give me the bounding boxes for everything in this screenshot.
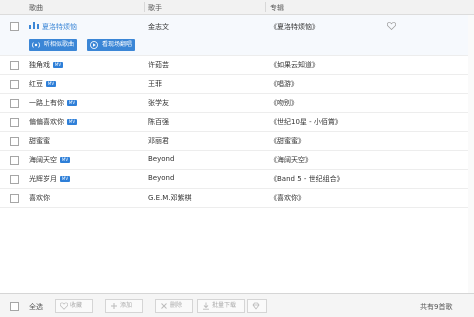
song-album[interactable]: 《唱游》 [270,79,298,89]
batch-download-button[interactable]: 批量下载 [197,299,245,313]
song-name-text: 一路上有你 [29,99,64,107]
delete-button[interactable]: 删除 [155,299,193,313]
favorite-button[interactable]: 收藏 [55,299,93,313]
song-name-text: 红豆 [29,80,43,88]
song-album[interactable]: 《Band 5 - 世纪组合》 [270,174,344,184]
table-header: 歌曲 歌手 专辑 [0,0,474,15]
row-checkbox[interactable] [10,137,19,146]
delete-label: 删除 [170,302,183,309]
listen-similar-label: 听相似歌曲 [44,41,75,48]
song-artist[interactable]: 金志文 [148,22,169,32]
watch-live-label: 看现场翻唱 [102,41,133,48]
column-divider[interactable] [265,2,266,12]
row-checkbox[interactable] [10,194,19,203]
mv-badge[interactable]: MV [67,119,77,125]
song-name[interactable]: 夏洛特烦恼 [42,22,77,32]
favorite-label: 收藏 [70,302,83,309]
song-row[interactable]: 光辉岁月 MV Beyond 《Band 5 - 世纪组合》 [0,170,474,189]
song-album[interactable]: 《吻别》 [270,98,298,108]
song-row[interactable]: 独角戏 MV 许茹芸 《如果云知道》 [0,56,474,75]
footer-toolbar: 全选 收藏 添加 删除 批量下载 共有9首歌 [0,293,474,317]
song-row[interactable]: 喜欢你 G.E.M.邓紫棋 《喜欢你》 [0,189,474,208]
song-album[interactable]: 《甜蜜蜜》 [270,136,305,146]
song-album[interactable]: 《夏洛特烦恼》 [270,22,319,32]
row-checkbox[interactable] [10,156,19,165]
playing-bars-icon [29,22,39,29]
song-name[interactable]: 偏偏喜欢你 MV [29,117,77,127]
mv-badge[interactable]: MV [53,62,63,68]
song-row[interactable]: 甜蜜蜜 邓丽君 《甜蜜蜜》 [0,132,474,151]
row-checkbox[interactable] [10,22,19,31]
song-artist[interactable]: G.E.M.邓紫棋 [148,193,192,203]
song-column-header[interactable]: 歌曲 [29,3,43,13]
song-name[interactable]: 一路上有你 MV [29,98,77,108]
listen-similar-button[interactable]: 听相似歌曲 [29,39,78,51]
radio-icon [32,42,40,48]
mv-badge[interactable]: MV [60,157,70,163]
song-artist[interactable]: 陈百强 [148,117,169,127]
row-checkbox[interactable] [10,99,19,108]
song-name[interactable]: 红豆 MV [29,79,56,89]
song-count: 共有9首歌 [420,303,453,311]
add-label: 添加 [120,302,133,309]
song-name-text: 光辉岁月 [29,175,57,183]
row-checkbox[interactable] [10,80,19,89]
song-artist[interactable]: 张学友 [148,98,169,108]
album-column-header[interactable]: 专辑 [270,3,284,13]
song-album[interactable]: 《世纪10星 - 小佰賞》 [270,117,342,127]
batch-download-label: 批量下载 [212,302,237,309]
artist-column-header[interactable]: 歌手 [148,3,162,13]
song-row[interactable]: 海阔天空 MV Beyond 《海阔天空》 [0,151,474,170]
song-album[interactable]: 《喜欢你》 [270,193,305,203]
song-artist[interactable]: Beyond [148,155,174,163]
song-album[interactable]: 《如果云知道》 [270,60,319,70]
song-name[interactable]: 光辉岁月 MV [29,174,70,184]
song-row[interactable]: 一路上有你 MV 张学友 《吻别》 [0,94,474,113]
play-circle-icon [90,41,98,49]
song-row[interactable]: 红豆 MV 王菲 《唱游》 [0,75,474,94]
add-button[interactable]: 添加 [105,299,143,313]
song-row-playing[interactable]: 夏洛特烦恼 金志文 《夏洛特烦恼》 听相似歌曲 看现场翻唱 [0,15,474,56]
song-name[interactable]: 喜欢你 [29,193,50,203]
song-name-text: 独角戏 [29,61,50,69]
song-artist[interactable]: 邓丽君 [148,136,169,146]
song-album[interactable]: 《海阔天空》 [270,155,312,165]
song-row[interactable]: 偏偏喜欢你 MV 陈百强 《世纪10星 - 小佰賞》 [0,113,474,132]
mv-badge[interactable]: MV [60,176,70,182]
diamond-icon [252,302,260,310]
song-artist[interactable]: 许茹芸 [148,60,169,70]
mv-badge[interactable]: MV [67,100,77,106]
song-name-text: 偏偏喜欢你 [29,118,64,126]
song-artist[interactable]: 王菲 [148,79,162,89]
download-icon [203,302,209,310]
mv-badge[interactable]: MV [46,81,56,87]
song-list: 夏洛特烦恼 金志文 《夏洛特烦恼》 听相似歌曲 看现场翻唱 独角戏 MV 许茹芸 … [0,15,474,208]
scrollbar[interactable] [468,15,474,293]
close-icon [161,303,167,309]
song-name-text: 海阔天空 [29,156,57,164]
plus-icon [111,303,117,309]
select-all-label[interactable]: 全选 [29,302,43,312]
song-artist[interactable]: Beyond [148,174,174,182]
row-checkbox[interactable] [10,118,19,127]
hq-download-button[interactable] [247,299,267,313]
heart-icon [60,302,68,310]
column-divider[interactable] [144,2,145,12]
song-name[interactable]: 独角戏 MV [29,60,63,70]
row-checkbox[interactable] [10,175,19,184]
song-name[interactable]: 甜蜜蜜 [29,136,50,146]
song-name[interactable]: 海阔天空 MV [29,155,70,165]
row-checkbox[interactable] [10,61,19,70]
watch-live-button[interactable]: 看现场翻唱 [87,39,136,51]
heart-icon[interactable] [387,22,396,30]
select-all-checkbox[interactable] [10,302,19,311]
